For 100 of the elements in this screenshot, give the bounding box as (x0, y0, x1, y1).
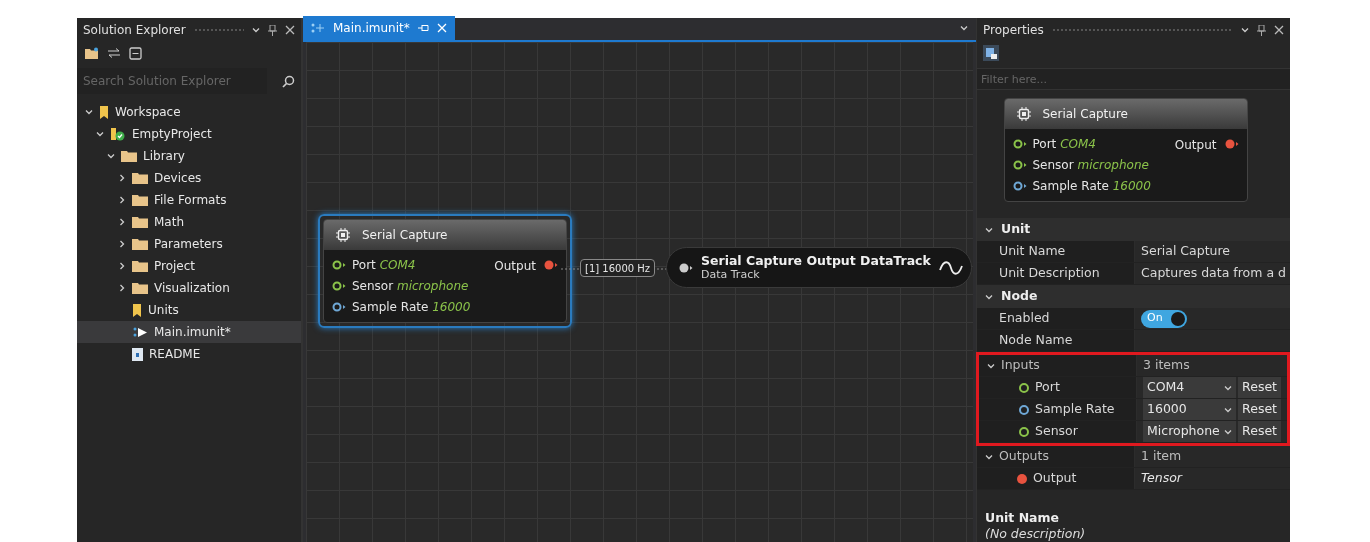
sync-icon[interactable] (107, 48, 121, 58)
tree-item[interactable]: README (77, 343, 301, 365)
property-label: Enabled (999, 309, 1050, 328)
dropdown-icon[interactable] (960, 24, 968, 32)
pin-icon[interactable] (268, 24, 277, 36)
section-title: Unit (1001, 220, 1031, 239)
data-track-node[interactable]: Serial Capture Output DataTrack Data Track (666, 247, 972, 288)
description-text: (No description) (985, 525, 1087, 542)
filter-field[interactable]: Filter here... (977, 68, 1290, 90)
port-label: Sensor microphone (1032, 157, 1149, 174)
value-dropdown[interactable]: 16000 (1143, 399, 1237, 420)
item-count: 3 items (1143, 356, 1190, 375)
section-title: Node (1001, 287, 1038, 306)
folder-icon (132, 260, 148, 272)
chevron-icon[interactable] (985, 225, 993, 234)
reset-button[interactable]: Reset (1238, 421, 1281, 442)
node-card[interactable]: Serial Capture Port COM4 Sensor microphone Sample Rate 16000 Output (318, 214, 572, 328)
bookmark-icon (99, 105, 109, 119)
pin-icon[interactable] (1257, 24, 1266, 36)
tree-item[interactable]: Project (77, 255, 301, 277)
section-header[interactable]: Node (977, 285, 1290, 308)
chevron-icon[interactable] (985, 452, 993, 461)
dropdown-icon[interactable] (1241, 26, 1249, 34)
lock-icon[interactable] (983, 45, 999, 61)
collapse-icon[interactable] (129, 46, 142, 60)
port-icon[interactable] (1012, 139, 1027, 149)
folder-icon[interactable] (85, 47, 99, 59)
tree-item[interactable]: EmptyProject (77, 123, 301, 145)
document-icon (132, 347, 143, 361)
port-icon[interactable] (1012, 160, 1027, 170)
tree-item[interactable]: File Formats (77, 189, 301, 211)
port-icon[interactable] (1012, 181, 1027, 191)
chevron-icon[interactable] (118, 196, 126, 204)
port-icon[interactable] (332, 302, 346, 312)
value-dropdown[interactable]: Microphone (1143, 421, 1237, 442)
chevron-icon[interactable] (118, 218, 126, 226)
tree-item[interactable]: Visualization (77, 277, 301, 299)
chevron-icon[interactable] (96, 130, 104, 138)
port-label: Output (1174, 137, 1217, 154)
dropdown-icon[interactable] (252, 26, 260, 34)
node-card[interactable]: Serial Capture Port COM4 Sensor microphone Sample Rate 16000 Output (1003, 98, 1248, 202)
tree-item[interactable]: Devices (77, 167, 301, 189)
caret-icon[interactable] (1224, 405, 1233, 414)
caret-icon[interactable] (1224, 427, 1233, 436)
chip-icon (1016, 107, 1031, 121)
property-value: Tensor (1141, 469, 1182, 488)
chevron-icon[interactable] (107, 152, 115, 160)
tree-item[interactable]: Workspace (77, 101, 301, 123)
port-icon[interactable] (332, 260, 346, 270)
chip-icon (336, 228, 350, 242)
project-folder-icon (110, 127, 126, 141)
node-canvas[interactable]: Serial Capture Port COM4 Sensor microphone Sample Rate 16000 Output [1] 16000 Hz Serial Capture Output DataTrack Data Track (306, 42, 973, 542)
chevron-icon[interactable] (85, 108, 93, 116)
close-icon[interactable] (1274, 25, 1284, 35)
chevron-icon[interactable] (118, 262, 126, 270)
folder-icon (132, 216, 148, 228)
tree-item-label: README (149, 346, 201, 363)
port-icon[interactable] (332, 281, 346, 291)
chevron-icon[interactable] (118, 174, 126, 182)
tree-item-label: Parameters (154, 236, 223, 253)
output-port-icon[interactable] (1224, 139, 1239, 149)
tree-item[interactable]: Main.imunit* (77, 321, 301, 343)
folder-icon (132, 238, 148, 250)
chevron-icon[interactable] (985, 292, 993, 301)
property-label: Outputs (999, 447, 1049, 466)
tree-item[interactable]: Math (77, 211, 301, 233)
port-label: Port COM4 (352, 257, 416, 274)
close-icon[interactable] (285, 25, 295, 35)
port-label: Sample Rate 16000 (1032, 178, 1151, 195)
chevron-icon[interactable] (118, 284, 126, 292)
node-title: Serial Capture (362, 227, 448, 244)
tree-item-label: Main.imunit* (154, 324, 231, 341)
reset-button[interactable]: Reset (1238, 377, 1281, 398)
search-icon[interactable] (282, 74, 295, 88)
property-label: Output (1033, 469, 1077, 488)
tab-label: Main.imunit* (333, 20, 410, 37)
tree-item-label: Math (154, 214, 185, 231)
value-dropdown[interactable]: COM4 (1143, 377, 1237, 398)
input-port-icon[interactable] (679, 262, 693, 273)
tree-item-label: Devices (154, 170, 202, 187)
output-port-icon[interactable] (544, 260, 558, 270)
folder-icon (132, 194, 148, 206)
property-label: Sensor (1035, 422, 1078, 441)
unit-file-icon (132, 325, 148, 339)
property-value: Serial Capture (1141, 242, 1231, 261)
reset-button[interactable]: Reset (1238, 399, 1281, 420)
tree-item[interactable]: Parameters (77, 233, 301, 255)
link-label[interactable]: [1] 16000 Hz (580, 259, 656, 277)
node-title: Serial Capture (1042, 106, 1128, 123)
search-field[interactable]: Search Solution Explorer (77, 68, 267, 94)
tree-item-label: File Formats (154, 192, 227, 209)
chevron-icon[interactable] (987, 361, 995, 370)
caret-icon[interactable] (1224, 383, 1233, 392)
tree-item[interactable]: Library (77, 145, 301, 167)
track-title: Serial Capture Output DataTrack (701, 252, 931, 269)
wave-icon (938, 260, 963, 275)
chevron-icon[interactable] (118, 240, 126, 248)
section-header[interactable]: Unit (977, 218, 1290, 241)
toggle-label: On (1146, 310, 1163, 327)
tree-item[interactable]: Units (77, 299, 301, 321)
